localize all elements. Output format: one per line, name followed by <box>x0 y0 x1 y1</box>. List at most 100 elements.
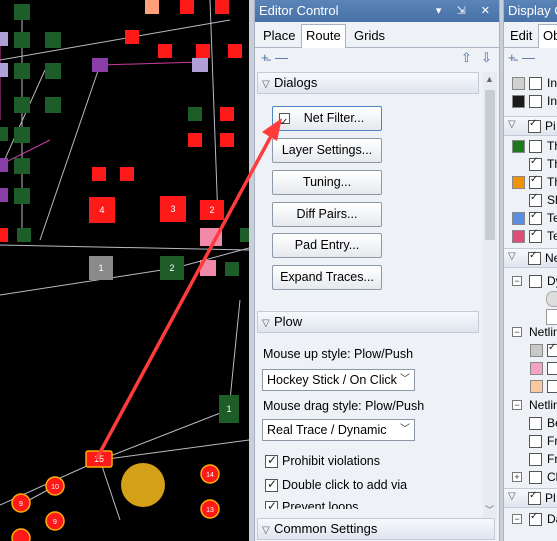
net-filter-button[interactable]: Net Filter... <box>272 106 382 134</box>
color-swatch[interactable] <box>530 380 543 393</box>
tab-edit[interactable]: Edit <box>506 27 536 47</box>
color-swatch[interactable] <box>512 77 525 90</box>
display-row[interactable]: + Cl <box>506 468 557 488</box>
expand-all-icon[interactable]: +̵ <box>508 50 516 65</box>
color-swatch[interactable] <box>530 344 543 357</box>
visibility-checkbox[interactable] <box>547 342 557 357</box>
display-row[interactable]: − Dy <box>506 272 557 292</box>
display-row[interactable]: Te <box>506 209 557 229</box>
visibility-checkbox[interactable] <box>529 417 542 430</box>
expand-traces-button[interactable]: Expand Traces... <box>272 265 382 290</box>
visibility-checkbox[interactable] <box>529 435 542 448</box>
collapse-box-icon[interactable]: − <box>512 514 522 524</box>
color-swatch[interactable] <box>530 362 543 375</box>
collapse-all-icon[interactable]: — <box>522 50 535 65</box>
move-down-icon[interactable]: ⇩ <box>481 50 492 66</box>
display-section-header[interactable]: ▽ Ne <box>504 248 557 268</box>
color-swatch[interactable] <box>512 230 525 243</box>
display-row[interactable]: Fr <box>506 432 557 452</box>
visibility-checkbox[interactable] <box>528 490 541 505</box>
display-row[interactable] <box>506 341 557 361</box>
editor-control-titlebar[interactable]: Editor Control ▾ ⇲ ✕ <box>255 0 499 22</box>
visibility-checkbox[interactable] <box>528 250 541 265</box>
display-row[interactable]: Th <box>506 155 557 175</box>
visibility-checkbox[interactable] <box>528 118 541 133</box>
collapse-all-icon[interactable]: — <box>275 50 288 65</box>
diff-pairs-button[interactable]: Diff Pairs... <box>272 202 382 227</box>
panel-title: Editor Control <box>259 3 339 18</box>
prevent-loops-checkbox[interactable] <box>265 500 278 509</box>
mouse-drag-style-select[interactable]: Real Trace / Dynamic ﹀ <box>262 419 415 441</box>
prohibit-violations-checkbox[interactable] <box>265 453 278 469</box>
tab-objects[interactable]: Ob <box>538 24 557 48</box>
color-swatch[interactable] <box>512 140 525 153</box>
visibility-checkbox[interactable] <box>529 174 542 189</box>
plow-section-header[interactable]: ▽ Plow <box>257 311 479 333</box>
visibility-checkbox[interactable] <box>529 453 542 466</box>
visibility-checkbox[interactable] <box>547 380 557 393</box>
display-section-header[interactable]: ▽ Pl <box>504 488 557 508</box>
double-click-via-checkbox[interactable] <box>265 477 278 493</box>
scroll-down-icon[interactable]: ﹀ <box>485 503 494 516</box>
pad-entry-button[interactable]: Pad Entry... <box>272 233 382 258</box>
scrollbar-thumb[interactable] <box>485 90 495 240</box>
display-row[interactable]: Be <box>506 414 557 434</box>
mouse-up-style-label: Mouse up style: Plow/Push <box>263 347 414 361</box>
move-up-icon[interactable]: ⇧ <box>461 50 472 66</box>
tab-grids[interactable]: Grids <box>350 27 389 47</box>
layer-settings-button[interactable]: Layer Settings... <box>272 138 382 163</box>
mouse-up-style-select[interactable]: Hockey Stick / On Click ﹀ <box>262 369 415 391</box>
scroll-up-icon[interactable]: ▲ <box>485 74 494 84</box>
display-row[interactable] <box>506 359 557 379</box>
collapse-box-icon[interactable]: − <box>512 327 522 337</box>
editor-vertical-scrollbar[interactable]: ▲ ﹀ <box>483 72 497 518</box>
collapse-box-icon[interactable]: − <box>512 276 522 286</box>
radio-button[interactable] <box>546 291 557 307</box>
visibility-checkbox[interactable] <box>529 275 542 288</box>
display-row[interactable]: Te <box>506 227 557 247</box>
display-row[interactable]: In <box>506 92 557 112</box>
common-settings-section-header[interactable]: ▽ Common Settings <box>257 518 495 540</box>
visibility-checkbox[interactable] <box>529 471 542 484</box>
color-swatch[interactable] <box>512 212 525 225</box>
expand-all-icon[interactable]: +̵ <box>261 50 269 65</box>
visibility-checkbox[interactable] <box>547 362 557 375</box>
display-row[interactable] <box>506 377 557 397</box>
display-row[interactable]: − Netlin <box>506 396 557 416</box>
tab-route[interactable]: Route <box>301 24 346 48</box>
display-row[interactable]: − Netlin <box>506 323 557 343</box>
color-swatch[interactable] <box>512 176 525 189</box>
visibility-checkbox[interactable] <box>529 77 542 90</box>
visibility-checkbox[interactable] <box>529 511 542 526</box>
prohibit-violations-option[interactable]: Prohibit violations <box>265 453 380 469</box>
visibility-checkbox[interactable] <box>529 95 542 108</box>
pcb-layout[interactable]: 4 3 2 1 2 1 15 10 9 9 14 13 <box>0 0 249 541</box>
pad-label: 9 <box>53 519 57 526</box>
visibility-checkbox[interactable] <box>529 140 542 153</box>
collapse-box-icon[interactable]: − <box>512 400 522 410</box>
visibility-checkbox[interactable] <box>529 156 542 171</box>
net-filter-checkbox[interactable] <box>279 111 290 134</box>
display-row[interactable]: Th <box>506 173 557 193</box>
prevent-loops-option[interactable]: Prevent loops <box>265 500 358 509</box>
display-row[interactable]: Sh <box>506 191 557 211</box>
display-row[interactable]: Fr <box>506 450 557 470</box>
pcb-canvas[interactable]: 4 3 2 1 2 1 15 10 9 9 14 13 <box>0 0 249 541</box>
display-section-header[interactable]: ▽ Pi <box>504 116 557 136</box>
visibility-checkbox[interactable] <box>529 192 542 207</box>
double-click-via-option[interactable]: Double click to add via <box>265 477 407 493</box>
dialogs-section-header[interactable]: ▽ Dialogs <box>257 72 479 94</box>
display-row[interactable]: In <box>506 74 557 94</box>
color-swatch[interactable] <box>512 95 525 108</box>
tab-place[interactable]: Place <box>259 27 300 47</box>
visibility-checkbox[interactable] <box>529 210 542 225</box>
display-control-titlebar[interactable]: Display C <box>504 0 557 22</box>
display-row[interactable]: − Da <box>506 510 557 530</box>
display-row[interactable]: Th <box>506 137 557 157</box>
editor-control-panel: Editor Control ▾ ⇲ ✕ Place Route Grids +… <box>254 0 500 541</box>
tuning-button[interactable]: Tuning... <box>272 170 382 195</box>
visibility-checkbox[interactable] <box>529 228 542 243</box>
expand-box-icon[interactable]: + <box>512 472 522 482</box>
panel-title-buttons[interactable]: ▾ ⇲ ✕ <box>436 0 496 22</box>
pad-label: 13 <box>206 507 214 514</box>
